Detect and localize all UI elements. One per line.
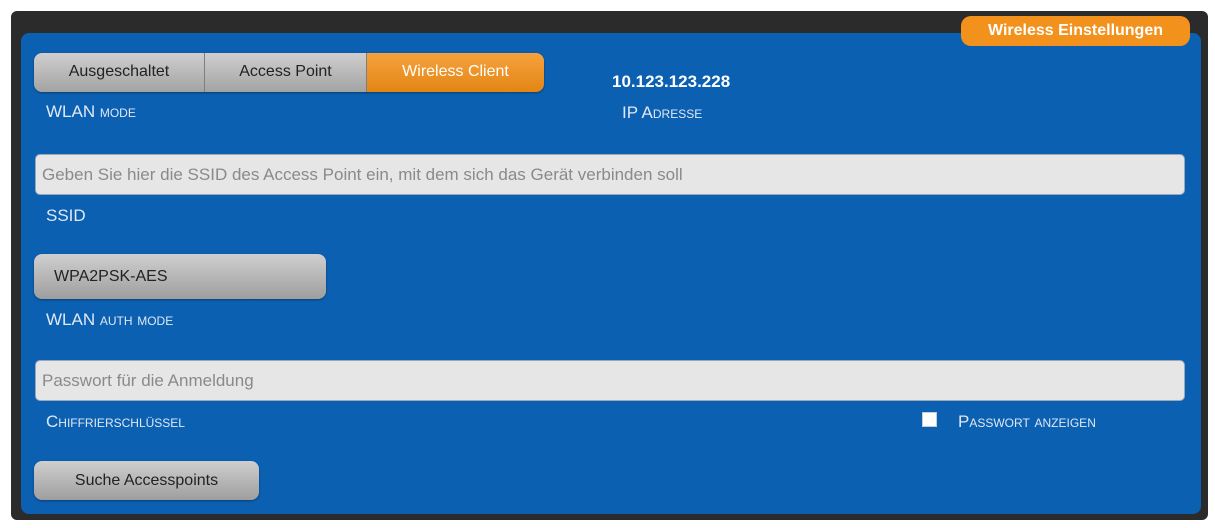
ip-address-label: IP Adresse: [622, 103, 703, 122]
auth-mode-select[interactable]: WPA2PSK-AES: [34, 254, 326, 299]
ssid-label: SSID: [46, 206, 86, 225]
scan-accesspoints-button[interactable]: Suche Accesspoints: [34, 461, 259, 500]
wlan-mode-wireless-client-button[interactable]: Wireless Client: [367, 53, 544, 92]
ssid-input[interactable]: [35, 154, 1185, 195]
wlan-mode-segmented-control: Ausgeschaltet Access Point Wireless Clie…: [34, 53, 544, 92]
wlan-mode-off-button[interactable]: Ausgeschaltet: [34, 53, 205, 92]
auth-mode-value: WPA2PSK-AES: [54, 268, 168, 285]
password-input[interactable]: [35, 360, 1185, 401]
password-label: Chiffrierschlüssel: [46, 412, 185, 431]
show-password-checkbox[interactable]: [922, 412, 937, 427]
wlan-mode-access-point-button[interactable]: Access Point: [205, 53, 367, 92]
wlan-mode-label: WLAN mode: [46, 102, 136, 121]
auth-mode-label: WLAN auth mode: [46, 310, 174, 329]
ip-address-value: 10.123.123.228: [612, 72, 731, 91]
show-password-label: Passwort anzeigen: [958, 412, 1096, 431]
panel-title-badge: Wireless Einstellungen: [961, 16, 1190, 46]
